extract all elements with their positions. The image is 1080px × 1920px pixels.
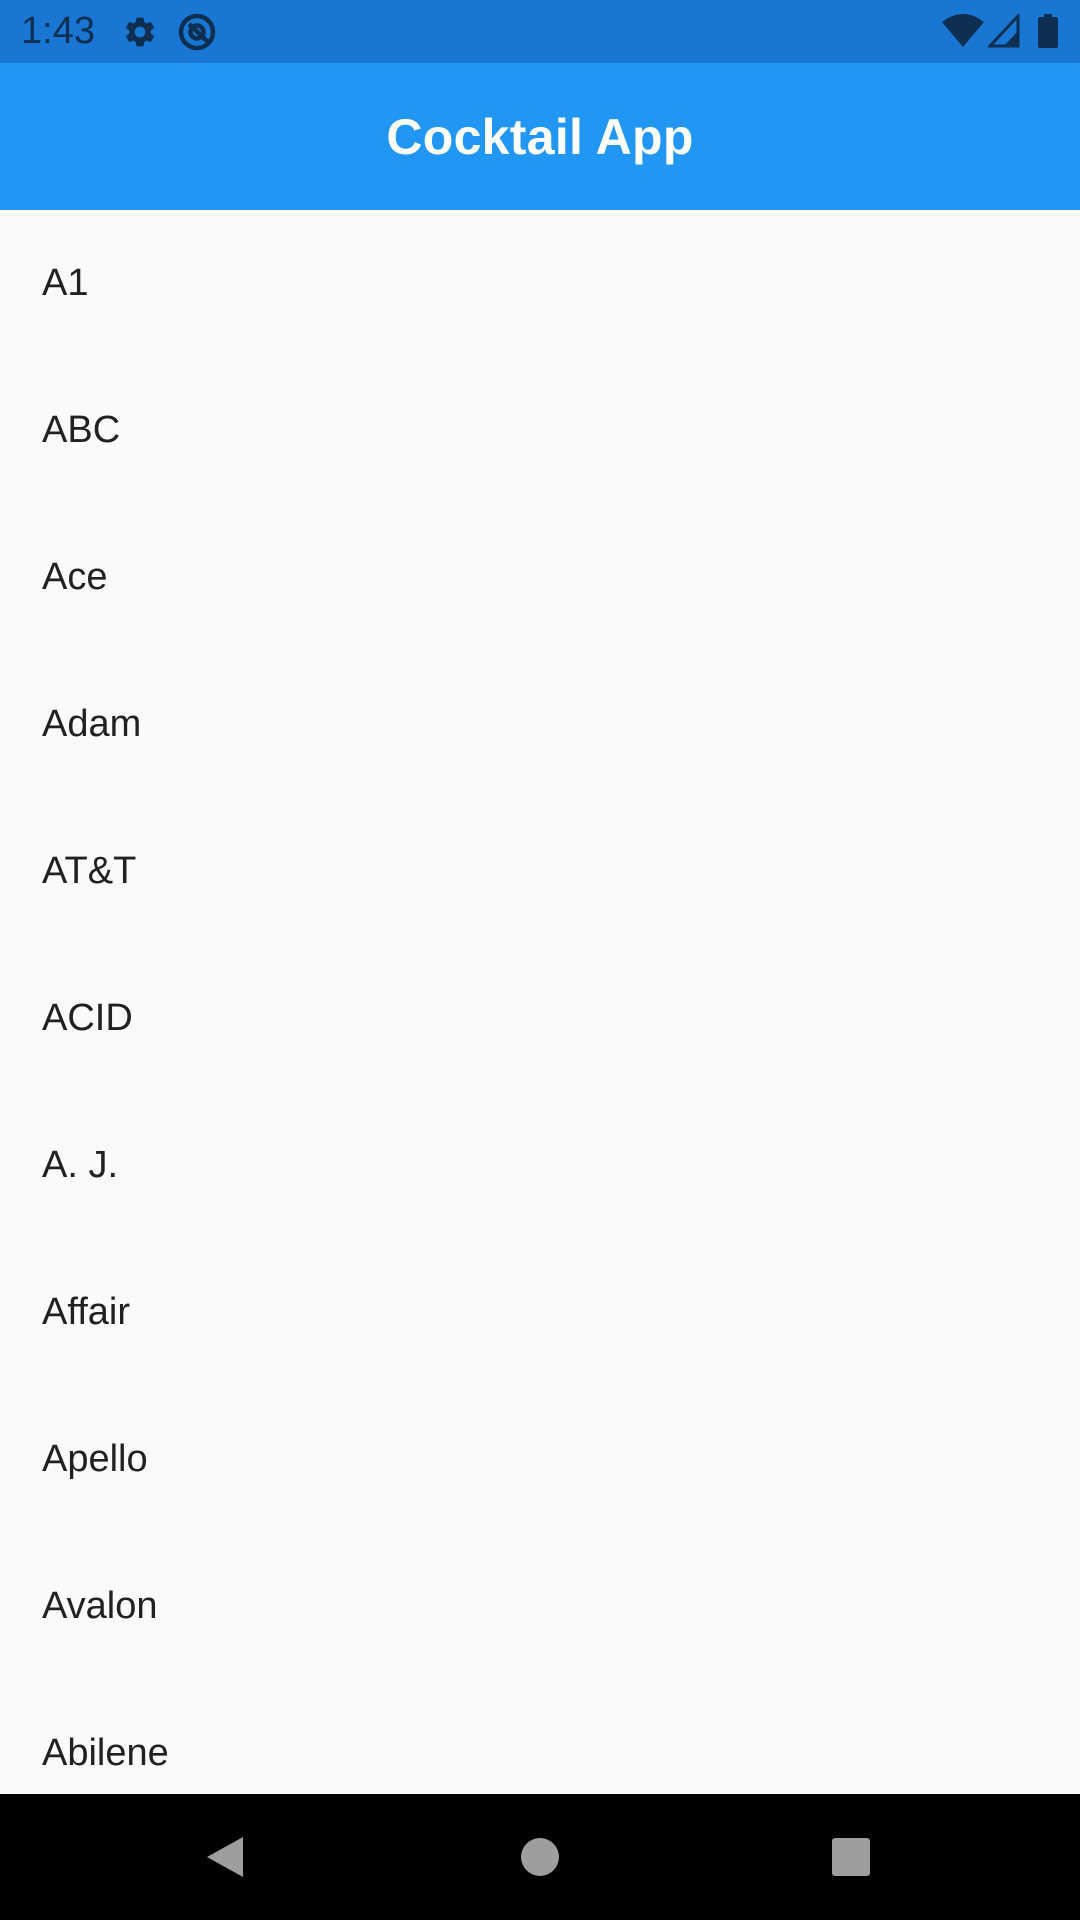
- gear-icon: [125, 17, 155, 47]
- list-item-label: Abilene: [42, 1732, 169, 1774]
- list-item[interactable]: AT&T: [0, 798, 1080, 945]
- app-bar: Cocktail App: [0, 63, 1080, 210]
- list-item[interactable]: Ace: [0, 504, 1080, 651]
- status-bar: 1:43: [0, 0, 1080, 63]
- home-icon: [521, 1838, 559, 1876]
- list-item[interactable]: Adam: [0, 651, 1080, 798]
- recents-icon: [832, 1838, 870, 1876]
- back-button[interactable]: [145, 1794, 305, 1920]
- list-item-label: ACID: [42, 997, 133, 1039]
- cocktail-list[interactable]: A1 ABC Ace Adam AT&T ACID A. J. Affair A…: [0, 210, 1080, 1794]
- list-item-label: ABC: [42, 409, 121, 451]
- list-item-label: Affair: [42, 1291, 131, 1333]
- list-item-label: Adam: [42, 703, 142, 745]
- app-title: Cocktail App: [386, 108, 694, 165]
- list-item-label: Ace: [42, 556, 108, 598]
- list-item[interactable]: Apello: [0, 1386, 1080, 1533]
- back-icon: [207, 1837, 243, 1877]
- list-item[interactable]: ABC: [0, 357, 1080, 504]
- list-item-label: A1: [42, 262, 89, 304]
- list-item[interactable]: A. J.: [0, 1092, 1080, 1239]
- recents-button[interactable]: [771, 1794, 931, 1920]
- list-item[interactable]: A1: [0, 210, 1080, 357]
- list-item[interactable]: Avalon: [0, 1533, 1080, 1680]
- status-time: 1:43: [21, 10, 95, 52]
- list-item-label: AT&T: [42, 850, 137, 892]
- navigation-bar: [0, 1794, 1080, 1920]
- list-item-label: Avalon: [42, 1585, 158, 1627]
- battery-icon: [1038, 14, 1058, 48]
- wifi-icon: [942, 14, 984, 47]
- list-item[interactable]: ACID: [0, 945, 1080, 1092]
- home-button[interactable]: [460, 1794, 620, 1920]
- at-sign-icon: [178, 13, 216, 51]
- list-item[interactable]: Abilene: [0, 1680, 1080, 1794]
- screen: 1:43 Cocktail App A1 ABC Ace Adam AT&T A…: [0, 0, 1080, 1920]
- signal-icon: [988, 14, 1020, 48]
- list-item-label: Apello: [42, 1438, 148, 1480]
- list-item[interactable]: Affair: [0, 1239, 1080, 1386]
- list-item-label: A. J.: [42, 1144, 119, 1186]
